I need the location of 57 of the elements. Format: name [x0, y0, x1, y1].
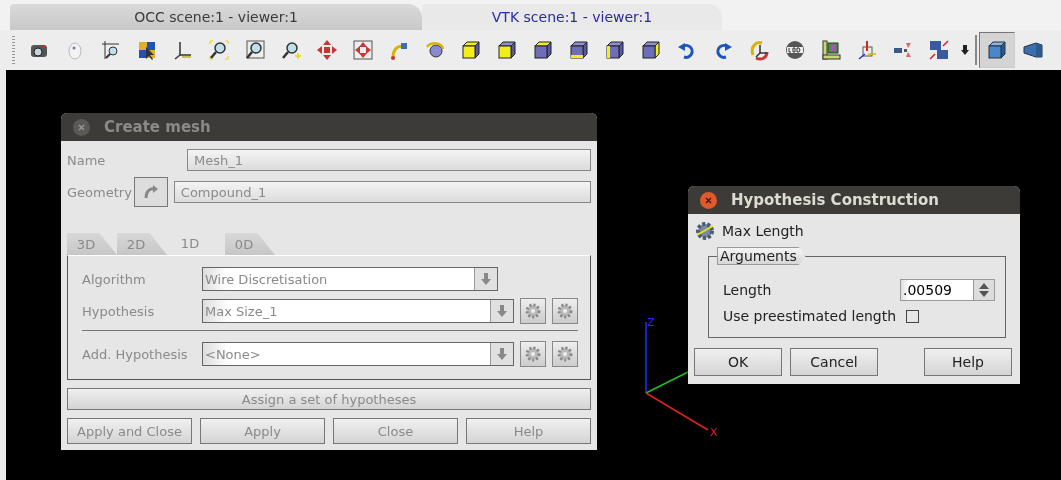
close-icon: [78, 123, 85, 131]
field-label: Length: [723, 282, 772, 298]
move-arrows-icon: [316, 39, 338, 61]
cube-icon: [568, 39, 590, 61]
dialog-button[interactable]: OK: [694, 348, 782, 376]
spin-arrows-icon: [978, 282, 990, 298]
sphere-rotate-icon: [424, 39, 446, 61]
arrow-down-icon: [961, 45, 969, 55]
cube-icon: [640, 39, 662, 61]
dialog-title: Hypothesis Construction: [731, 191, 939, 209]
zoom-window-icon: [100, 39, 122, 61]
field-label: Add. Hypothesis: [82, 346, 189, 362]
cube-icon: [460, 39, 482, 61]
field-label: Geometry: [67, 184, 132, 200]
reset-rotation-icon: [748, 39, 770, 61]
view-mode-button[interactable]: [979, 32, 1015, 68]
gear-icon: [524, 302, 542, 320]
arrow-down-icon: [497, 305, 507, 317]
lod-icon: [784, 39, 806, 61]
viewer-tab[interactable]: OCC scene:1 - viewer:1: [10, 4, 422, 30]
viewer-tab[interactable]: VTK scene:1 - viewer:1: [422, 4, 722, 30]
toolbar-grip[interactable]: [12, 36, 15, 64]
clipping-plane-icon: [856, 39, 878, 61]
gear-icon: [556, 345, 574, 363]
hypothesis-type: Max Length: [722, 223, 804, 239]
close-button[interactable]: [700, 191, 717, 209]
cube-icon: [496, 39, 518, 61]
fit-all-icon: [352, 39, 374, 61]
arrow-icon: [142, 184, 159, 200]
3d-viewport[interactable]: [6, 70, 1061, 480]
gear-icon: [524, 345, 542, 363]
field-label: Hypothesis: [82, 303, 156, 319]
arrow-down-icon: [497, 348, 507, 360]
cube-icon: [604, 39, 626, 61]
dialog-title: Create mesh: [104, 118, 211, 136]
gear-icon: [556, 302, 574, 320]
dialog-button[interactable]: Help: [924, 348, 1012, 376]
group-title: Arguments: [717, 247, 806, 265]
close-icon: [705, 196, 712, 204]
selection-icon: [136, 39, 158, 61]
arrow-down-icon: [481, 273, 491, 285]
gear-icon: [694, 220, 716, 242]
cube-icon: [532, 39, 554, 61]
cube-icon: [986, 39, 1008, 61]
length-spinbox[interactable]: .00509: [900, 279, 995, 301]
zoom-icon: [280, 39, 302, 61]
field-label: Algorithm: [82, 271, 147, 287]
checkbox[interactable]: [906, 309, 920, 323]
ruler-cube-icon: [820, 39, 842, 61]
checkbox-label: Use preestimated length: [723, 308, 897, 324]
dialog-button[interactable]: Cancel: [790, 348, 878, 376]
window-arrows-icon: [928, 39, 950, 61]
wedge-icon: [1022, 39, 1044, 61]
zoom-icon: [244, 39, 266, 61]
axes-icon: [172, 39, 194, 61]
field-label: Name: [67, 152, 107, 168]
zoom-icon: [208, 39, 230, 61]
